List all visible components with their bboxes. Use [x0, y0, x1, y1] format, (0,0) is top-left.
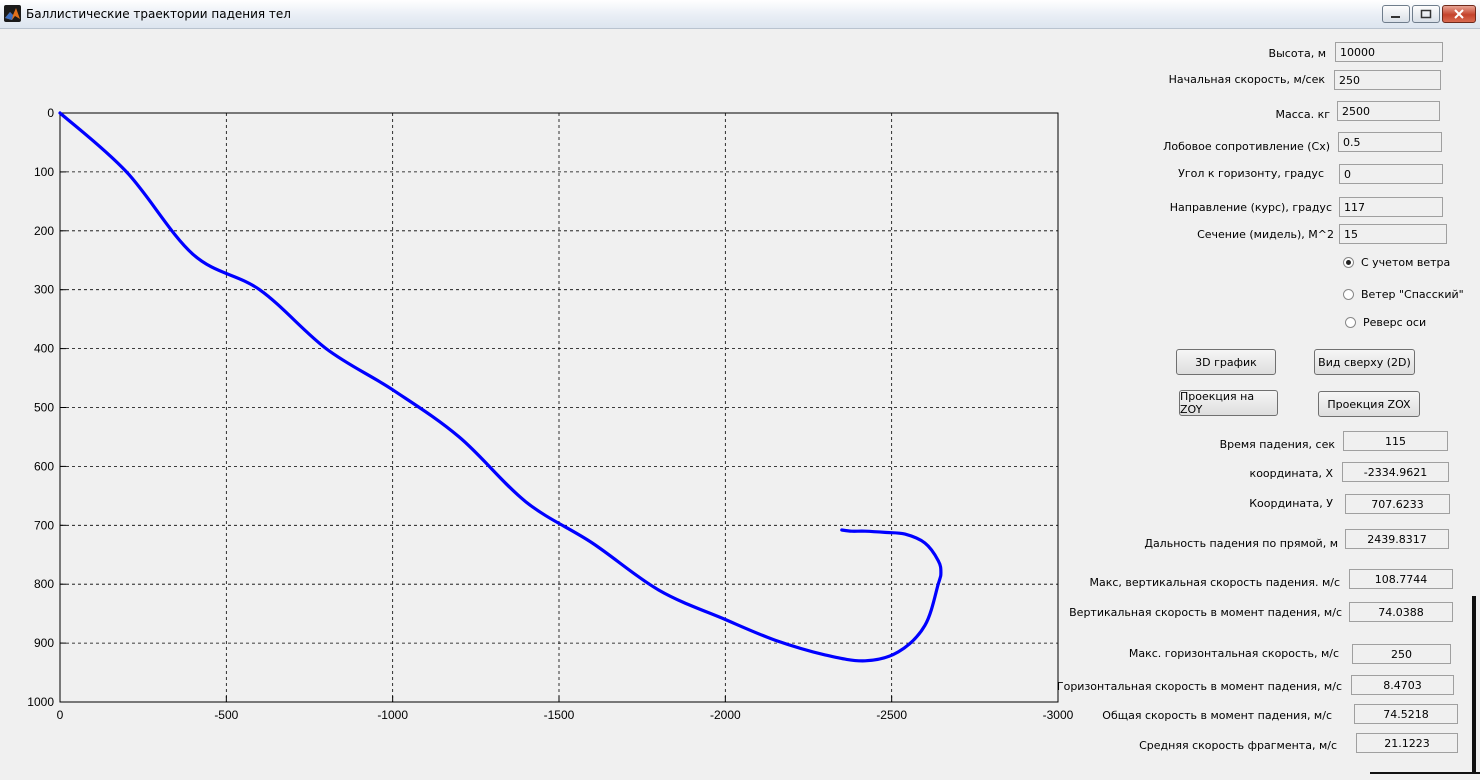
angle-input[interactable]	[1339, 164, 1443, 184]
window-edge	[1472, 596, 1476, 772]
section-label: Сечение (мидель), М^2	[1197, 228, 1334, 241]
close-button[interactable]	[1442, 5, 1476, 23]
window-edge-bottom	[1370, 772, 1480, 774]
v_impact-label: Общая скорость в момент падения, м/с	[1102, 709, 1332, 722]
maximize-icon	[1420, 9, 1432, 19]
y-tick-label: 900	[34, 636, 54, 650]
coord_y-output[interactable]	[1345, 494, 1450, 514]
vv_impact-output[interactable]	[1349, 602, 1453, 622]
x-tick-label: -500	[214, 708, 238, 722]
y-tick-label: 1000	[27, 695, 54, 709]
coord_x-output[interactable]	[1342, 462, 1449, 482]
x-tick-label: -3000	[1043, 708, 1074, 722]
v_avg-label: Средняя скорость фрагмента, м/с	[1139, 739, 1337, 752]
matlab-icon	[4, 5, 21, 22]
y-tick-label: 600	[34, 459, 54, 473]
height-label: Высота, м	[1268, 47, 1326, 60]
drag-label: Лобовое сопротивление (Cx)	[1163, 140, 1330, 153]
top-view-button[interactable]: Вид сверху (2D)	[1314, 349, 1415, 375]
y-tick-label: 700	[34, 518, 54, 532]
radio-circle-icon	[1343, 289, 1354, 300]
y-tick-label: 300	[34, 283, 54, 297]
section-input[interactable]	[1339, 224, 1447, 244]
angle-label: Угол к горизонту, градус	[1178, 167, 1324, 180]
maximize-button[interactable]	[1412, 5, 1440, 23]
height-input[interactable]	[1335, 42, 1443, 62]
max_vv-label: Макс, вертикальная скорость падения. м/с	[1089, 576, 1340, 589]
x-tick-label: -1500	[544, 708, 575, 722]
radio-circle-icon	[1345, 317, 1356, 328]
wind-radio[interactable]: С учетом ветра	[1343, 256, 1450, 269]
close-icon	[1454, 9, 1464, 19]
v_avg-output[interactable]	[1356, 733, 1458, 753]
y-tick-label: 500	[34, 401, 54, 415]
heading-label: Направление (курс), градус	[1169, 201, 1332, 214]
heading-input[interactable]	[1339, 197, 1443, 217]
max_vh-output[interactable]	[1352, 644, 1451, 664]
range-label: Дальность падения по прямой, м	[1144, 537, 1338, 550]
graph-3d-button[interactable]: 3D график	[1176, 349, 1276, 375]
coord_x-label: координата, X	[1249, 467, 1333, 480]
y-tick-label: 800	[34, 577, 54, 591]
drag-input[interactable]	[1338, 132, 1442, 152]
trajectory-plot: 0 -500 -1000 -1500 -2000 -2500 -3000 0 100 200 30…	[27, 106, 1074, 722]
minimize-button[interactable]	[1382, 5, 1410, 23]
projection-zoy-button[interactable]: Проекция на ZOY	[1179, 390, 1278, 416]
coord_y-label: Координата, У	[1249, 497, 1333, 510]
y-tick-label: 400	[34, 342, 54, 356]
v_impact-output[interactable]	[1354, 704, 1458, 724]
fall_time-output[interactable]	[1343, 431, 1448, 451]
y-tick-label: 0	[47, 106, 54, 120]
x-tick-label: 0	[57, 708, 64, 722]
y-tick-label: 100	[34, 165, 54, 179]
y-tick-label: 200	[34, 224, 54, 238]
radio-circle-icon	[1343, 257, 1354, 268]
minimize-icon	[1391, 16, 1400, 18]
mass-label: Масса. кг	[1275, 108, 1330, 121]
reverse-radio[interactable]: Реверс оси	[1345, 316, 1426, 329]
x-tick-label: -2000	[710, 708, 741, 722]
x-tick-label: -2500	[876, 708, 907, 722]
trajectory-line	[58, 111, 943, 663]
range-output[interactable]	[1345, 529, 1449, 549]
spassky-radio[interactable]: Ветер "Спасский"	[1343, 288, 1464, 301]
velocity-input[interactable]	[1334, 70, 1441, 90]
vv_impact-label: Вертикальная скорость в момент падения, …	[1069, 606, 1342, 619]
mass-input[interactable]	[1337, 101, 1440, 121]
projection-zox-button[interactable]: Проекция ZOX	[1318, 391, 1420, 417]
max_vv-output[interactable]	[1349, 569, 1453, 589]
window-title: Баллистические траектории падения тел	[26, 7, 291, 21]
spassky-radio-label: Ветер "Спасский"	[1361, 288, 1464, 301]
max_vh-label: Макс. горизонтальная скорость, м/с	[1128, 647, 1339, 660]
wind-radio-label: С учетом ветра	[1361, 256, 1451, 269]
title-bar: Баллистические траектории падения тел	[0, 0, 1480, 29]
x-tick-label: -1000	[377, 708, 408, 722]
fall_time-label: Время падения, сек	[1219, 438, 1335, 451]
vh_impact-label: Горизонтальная скорость в момент падения…	[1056, 680, 1342, 693]
velocity-label: Начальная скорость, м/сек	[1168, 73, 1325, 86]
vh_impact-output[interactable]	[1351, 675, 1454, 695]
reverse-radio-label: Реверс оси	[1363, 316, 1427, 329]
trajectory-chart[interactable]: 0 -500 -1000 -1500 -2000 -2500 -3000 0 100 200 30…	[0, 40, 1085, 730]
